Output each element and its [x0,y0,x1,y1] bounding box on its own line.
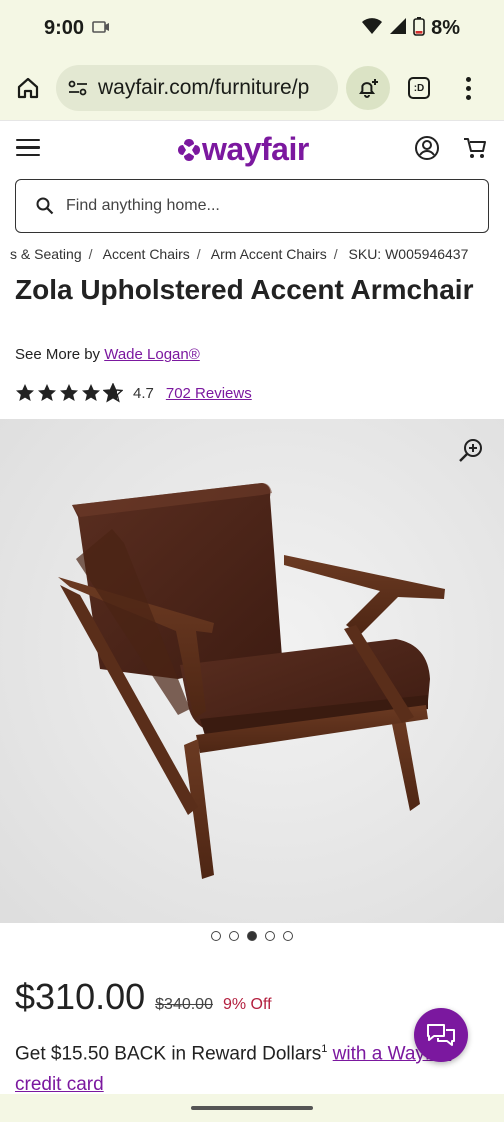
breadcrumb-sku: SKU: W005946437 [348,246,469,262]
logo-text: wayfair [202,131,309,167]
chat-bubbles-icon [427,1024,455,1046]
address-bar[interactable]: wayfair.com/furniture/p [56,65,338,111]
status-bar: 9:00 8% [0,0,504,56]
hamburger-menu-icon[interactable] [16,138,40,157]
armchair-image [0,419,504,923]
account-icon[interactable] [414,135,440,161]
breadcrumb-item[interactable]: s & Seating [10,246,82,262]
status-indicators: 8% [361,16,460,41]
chat-button[interactable] [414,1008,468,1062]
product-image[interactable] [0,419,504,923]
star-icon [82,384,100,401]
status-time: 9:00 [44,16,85,39]
battery-icon [413,16,425,41]
site-settings-icon[interactable] [68,80,88,96]
search-icon [36,197,54,215]
carousel-dot-active[interactable] [247,931,257,941]
wifi-icon [361,17,383,40]
tab-switcher-button[interactable]: :D [408,77,430,99]
gesture-handle[interactable] [191,1106,313,1110]
image-carousel-dots [211,931,293,941]
site-header: wayfair [0,120,504,174]
system-nav-bar [0,1094,504,1122]
bell-plus-icon [359,79,378,98]
rating-row: 4.7 702 Reviews [15,383,252,403]
notification-icon [92,20,110,37]
add-bell-button[interactable] [346,66,390,110]
reward-footnote: 1 [321,1043,328,1055]
star-icon [38,384,56,401]
product-title: Zola Upholstered Accent Armchair [15,274,474,305]
star-icon [60,384,78,401]
see-more-label: See More by [15,346,101,363]
search-box[interactable] [15,179,489,233]
url-text: wayfair.com/furniture/p [98,76,310,99]
rating-value: 4.7 [133,384,154,402]
zoom-button[interactable] [458,437,484,468]
star-rating [15,383,123,403]
original-price: $340.00 [155,996,213,1013]
carousel-dot[interactable] [211,931,221,941]
carousel-dot[interactable] [229,931,239,941]
see-more-by: See More by Wade Logan® [15,346,200,363]
signal-icon [389,17,407,40]
wayfair-logo[interactable]: wayfair [176,131,309,168]
browser-toolbar: wayfair.com/furniture/p :D [0,56,504,120]
half-star-icon [103,383,123,403]
browser-menu-button[interactable] [458,76,478,100]
star-icon [16,384,34,401]
zoom-in-icon [459,439,482,462]
sale-price: $310.00 [15,976,146,1017]
carousel-dot[interactable] [265,931,275,941]
discount-badge: 9% Off [222,996,272,1013]
search-input[interactable] [66,197,446,215]
price-row: $310.00 $340.00 9% Off [15,976,272,1018]
brand-link[interactable]: Wade Logan® [104,346,200,363]
home-button[interactable] [10,70,46,106]
breadcrumb: s & Seating / Accent Chairs / Arm Accent C… [10,246,469,262]
wayfair-pinwheel-icon [178,138,200,161]
breadcrumb-item[interactable]: Accent Chairs [103,246,190,262]
breadcrumb-item[interactable]: Arm Accent Chairs [211,246,327,262]
reward-text: Get $15.50 BACK in Reward Dollars [15,1043,322,1065]
home-icon [17,77,39,99]
cart-icon[interactable] [462,135,488,161]
reviews-link[interactable]: 702 Reviews [166,385,252,402]
carousel-dot[interactable] [283,931,293,941]
battery-percent: 8% [431,16,460,39]
